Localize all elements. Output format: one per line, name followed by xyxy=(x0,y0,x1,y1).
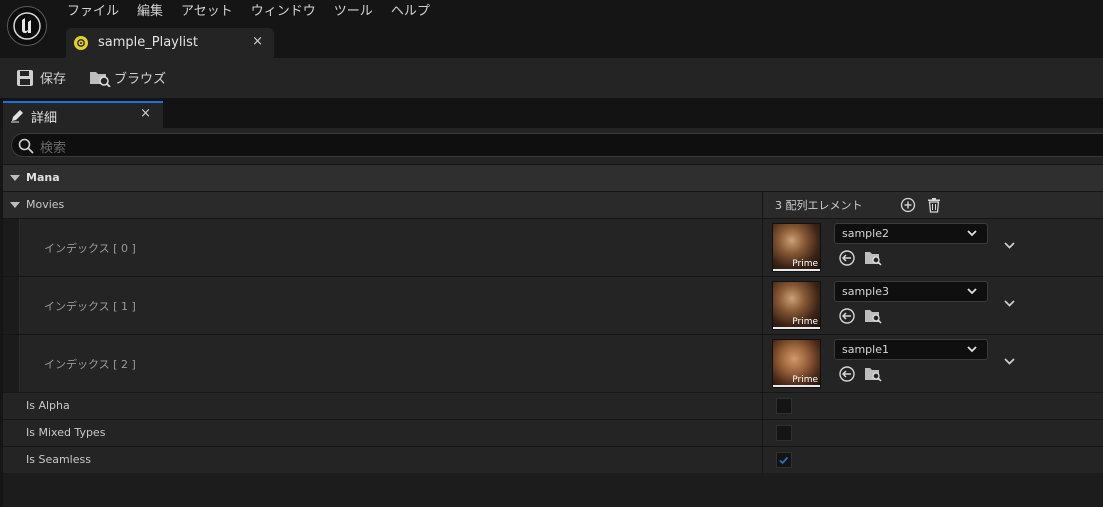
index-label: インデックス [ 1 ] xyxy=(44,300,136,313)
thumbnail-badge: Prime xyxy=(792,375,818,385)
index-label: インデックス [ 2 ] xyxy=(44,358,136,371)
menu-help[interactable]: ヘルプ xyxy=(382,0,439,22)
details-tab-close-icon[interactable]: × xyxy=(140,106,151,121)
array-count-label: 3 配列エレメント xyxy=(775,199,863,212)
asset-picker-combo[interactable]: sample1 xyxy=(834,339,988,360)
asset-thumbnail[interactable]: Prime xyxy=(772,223,821,272)
chevron-down-icon xyxy=(967,346,977,353)
category-label: Mana xyxy=(26,171,60,184)
property-row-is-seamless: Is Seamless xyxy=(3,446,1103,473)
indent-gutter xyxy=(3,219,20,277)
thumbnail-underline xyxy=(773,327,820,329)
delete-all-icon[interactable] xyxy=(926,197,942,213)
add-element-icon[interactable] xyxy=(900,197,916,213)
expand-element-chevron-icon[interactable] xyxy=(1004,358,1015,366)
thumbnail-badge: Prime xyxy=(792,317,818,327)
unreal-logo-icon xyxy=(13,12,41,40)
document-tab-close-icon[interactable]: × xyxy=(252,34,263,49)
expand-element-chevron-icon[interactable] xyxy=(1004,242,1015,250)
index-label: インデックス [ 0 ] xyxy=(44,242,136,255)
asset-picker-combo[interactable]: sample2 xyxy=(834,223,988,244)
checkmark-icon xyxy=(779,456,789,465)
browse-asset-icon[interactable] xyxy=(864,308,882,324)
movies-label: Movies xyxy=(26,198,65,211)
document-tab[interactable]: sample_Playlist × xyxy=(66,28,274,58)
details-tab[interactable]: 詳細 × xyxy=(3,101,163,128)
use-selected-asset-icon[interactable] xyxy=(838,249,856,267)
asset-picker-value: sample3 xyxy=(842,285,889,298)
playlist-asset-icon xyxy=(74,36,88,50)
browse-asset-icon[interactable] xyxy=(864,250,882,266)
menu-asset[interactable]: アセット xyxy=(172,0,242,22)
menu-tools[interactable]: ツール xyxy=(325,0,382,22)
details-tab-label: 詳細 xyxy=(31,111,58,126)
browse-button[interactable]: ブラウズ xyxy=(89,68,166,87)
is-seamless-checkbox[interactable] xyxy=(776,452,792,468)
pencil-icon xyxy=(11,110,23,123)
thumbnail-underline xyxy=(773,269,820,271)
is-seamless-label: Is Seamless xyxy=(26,453,91,466)
chevron-down-icon xyxy=(967,230,977,237)
save-button[interactable]: 保存 xyxy=(16,68,66,87)
save-label: 保存 xyxy=(40,72,67,87)
menu-bar: ファイル 編集 アセット ウィンドウ ツール ヘルプ xyxy=(58,0,439,22)
unreal-logo[interactable] xyxy=(7,6,47,46)
thumbnail-badge: Prime xyxy=(792,259,818,269)
browse-asset-icon[interactable] xyxy=(864,366,882,382)
menu-file[interactable]: ファイル xyxy=(58,0,128,22)
indent-gutter xyxy=(3,335,20,393)
movies-property-row: Movies 3 配列エレメント xyxy=(3,191,1103,218)
save-icon xyxy=(17,69,33,86)
category-header-mana[interactable]: Mana xyxy=(3,164,1103,191)
column-splitter[interactable] xyxy=(762,191,763,473)
asset-thumbnail[interactable]: Prime xyxy=(772,339,821,388)
asset-thumbnail[interactable]: Prime xyxy=(772,281,821,330)
document-tab-label: sample_Playlist xyxy=(98,35,198,50)
use-selected-asset-icon[interactable] xyxy=(838,307,856,325)
expand-element-chevron-icon[interactable] xyxy=(1004,300,1015,308)
panel-tab-strip xyxy=(0,98,1103,128)
asset-picker-combo[interactable]: sample3 xyxy=(834,281,988,302)
panel-empty-area xyxy=(3,473,1103,507)
is-mixed-types-checkbox[interactable] xyxy=(776,425,792,441)
search-icon xyxy=(18,138,34,154)
movies-collapse-arrow-icon[interactable] xyxy=(10,202,20,208)
browse-label: ブラウズ xyxy=(114,72,167,87)
toolbar: 保存 ブラウズ xyxy=(0,58,1103,98)
is-alpha-label: Is Alpha xyxy=(26,399,70,412)
thumbnail-underline xyxy=(773,385,820,387)
collapse-arrow-icon[interactable] xyxy=(10,175,20,181)
browse-folder-icon xyxy=(90,71,111,87)
property-row-is-mixed-types: Is Mixed Types xyxy=(3,419,1103,446)
asset-picker-value: sample2 xyxy=(842,227,889,240)
chevron-down-icon xyxy=(967,288,977,295)
indent-gutter xyxy=(3,277,20,335)
property-row-is-alpha: Is Alpha xyxy=(3,392,1103,419)
is-mixed-types-label: Is Mixed Types xyxy=(26,426,106,439)
search-placeholder: 検索 xyxy=(40,141,67,156)
is-alpha-checkbox[interactable] xyxy=(776,398,792,414)
asset-picker-value: sample1 xyxy=(842,343,889,356)
menu-window[interactable]: ウィンドウ xyxy=(242,0,325,22)
use-selected-asset-icon[interactable] xyxy=(838,365,856,383)
search-input[interactable]: 検索 xyxy=(11,133,1103,157)
menu-edit[interactable]: 編集 xyxy=(128,0,172,22)
